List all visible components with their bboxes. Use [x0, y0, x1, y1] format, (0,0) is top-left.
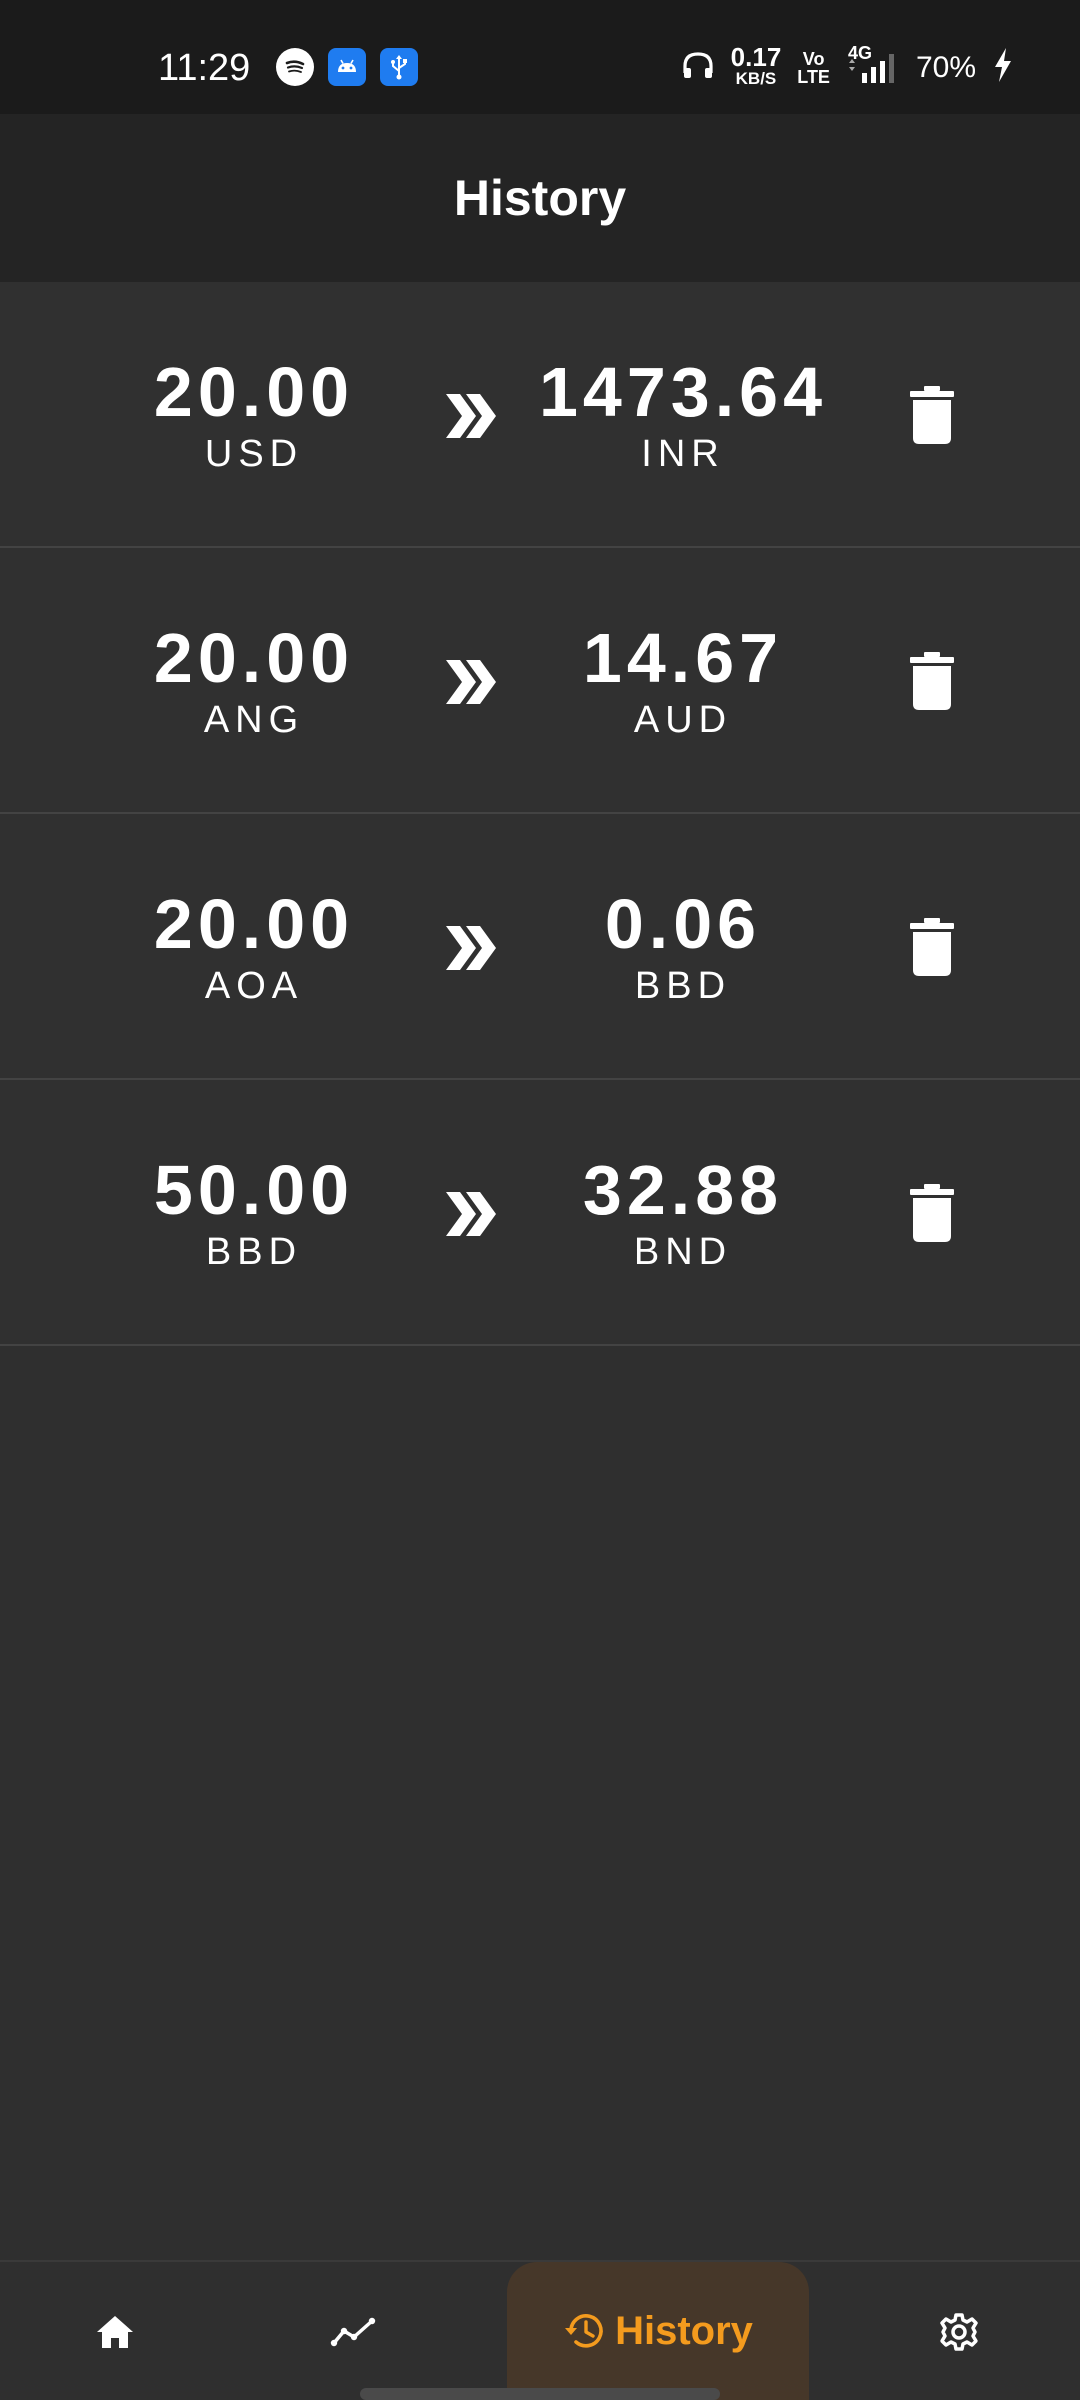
network-speed-unit: KB/S	[735, 69, 777, 88]
history-list: 20.00 USD 1473.64 INR 20.00 ANG 14.67 AU…	[0, 282, 1080, 1346]
delete-button[interactable]	[904, 912, 960, 982]
charging-icon	[992, 47, 1014, 90]
headphones-icon	[681, 49, 715, 88]
usb-icon	[380, 48, 418, 86]
volte-indicator: Vo LTE	[797, 50, 830, 86]
nav-home-button[interactable]	[80, 2262, 150, 2400]
history-row[interactable]: 20.00 ANG 14.67 AUD	[0, 548, 1080, 814]
double-chevron-right-icon	[440, 1184, 500, 1244]
system-status: 0.17 KB/S Vo LTE 4G 70%	[681, 42, 1014, 90]
history-screen: 11:29 0.17 KB/S Vo LTE 4G 70% History 20…	[0, 0, 1080, 2400]
to-amount-block: 1473.64 INR	[533, 282, 833, 548]
history-row[interactable]: 50.00 BBD 32.88 BND	[0, 1080, 1080, 1346]
trash-icon	[910, 1184, 954, 1242]
trash-icon	[910, 918, 954, 976]
from-currency-code: BBD	[205, 1231, 303, 1273]
double-chevron-right-icon	[440, 386, 500, 446]
delete-button[interactable]	[904, 646, 960, 716]
from-amount-block: 20.00 AOA	[104, 814, 404, 1080]
trending-line-icon	[330, 2317, 376, 2347]
to-amount-block: 14.67 AUD	[533, 548, 833, 814]
network-speed-value: 0.17	[730, 42, 782, 72]
page-title: History	[453, 170, 627, 226]
from-currency-code: AOA	[204, 965, 304, 1007]
to-amount: 32.88	[582, 1151, 784, 1229]
nav-history-button[interactable]: History	[507, 2262, 809, 2400]
history-icon	[565, 2314, 603, 2348]
from-amount: 50.00	[153, 1151, 355, 1229]
network-speed: 0.17 KB/S	[730, 42, 782, 90]
gear-icon	[940, 2313, 978, 2351]
to-amount: 0.06	[604, 885, 762, 963]
notification-icons	[276, 48, 418, 86]
to-currency-code: INR	[641, 433, 725, 475]
status-bar: 11:29 0.17 KB/S Vo LTE 4G 70%	[0, 0, 1080, 114]
from-amount: 20.00	[153, 353, 355, 431]
from-amount: 20.00	[153, 619, 355, 697]
signal-icon: 4G	[846, 43, 900, 85]
history-row[interactable]: 20.00 AOA 0.06 BBD	[0, 814, 1080, 1080]
nav-trends-button[interactable]	[318, 2262, 388, 2400]
android-icon	[328, 48, 366, 86]
bottom-navigation: History	[0, 2260, 1080, 2400]
app-bar: History	[0, 114, 1080, 282]
spotify-icon	[276, 48, 314, 86]
to-amount-block: 0.06 BBD	[533, 814, 833, 1080]
from-currency-code: ANG	[203, 699, 305, 741]
from-currency-code: USD	[204, 433, 304, 475]
volte-top: Vo	[802, 49, 825, 69]
network-type: 4G	[847, 43, 872, 63]
from-amount: 20.00	[153, 885, 355, 963]
delete-button[interactable]	[904, 1178, 960, 1248]
from-amount-block: 20.00 USD	[104, 282, 404, 548]
to-amount-block: 32.88 BND	[533, 1080, 833, 1346]
double-chevron-right-icon	[440, 918, 500, 978]
battery-level: 70%	[915, 51, 976, 84]
from-amount-block: 50.00 BBD	[104, 1080, 404, 1346]
to-currency-code: BBD	[634, 965, 732, 1007]
from-amount-block: 20.00 ANG	[104, 548, 404, 814]
to-currency-code: BND	[633, 1231, 733, 1273]
history-row[interactable]: 20.00 USD 1473.64 INR	[0, 282, 1080, 548]
to-amount: 14.67	[582, 619, 784, 697]
to-currency-code: AUD	[633, 699, 733, 741]
trash-icon	[910, 652, 954, 710]
trash-icon	[910, 386, 954, 444]
double-chevron-right-icon	[440, 652, 500, 712]
volte-bottom: LTE	[797, 67, 830, 87]
nav-history-label: History	[615, 2308, 753, 2353]
delete-button[interactable]	[904, 380, 960, 450]
to-amount: 1473.64	[538, 353, 828, 431]
nav-settings-button[interactable]	[924, 2262, 994, 2400]
gesture-navigation-bar[interactable]	[360, 2388, 720, 2400]
home-icon	[97, 2316, 133, 2348]
status-time: 11:29	[158, 47, 251, 89]
